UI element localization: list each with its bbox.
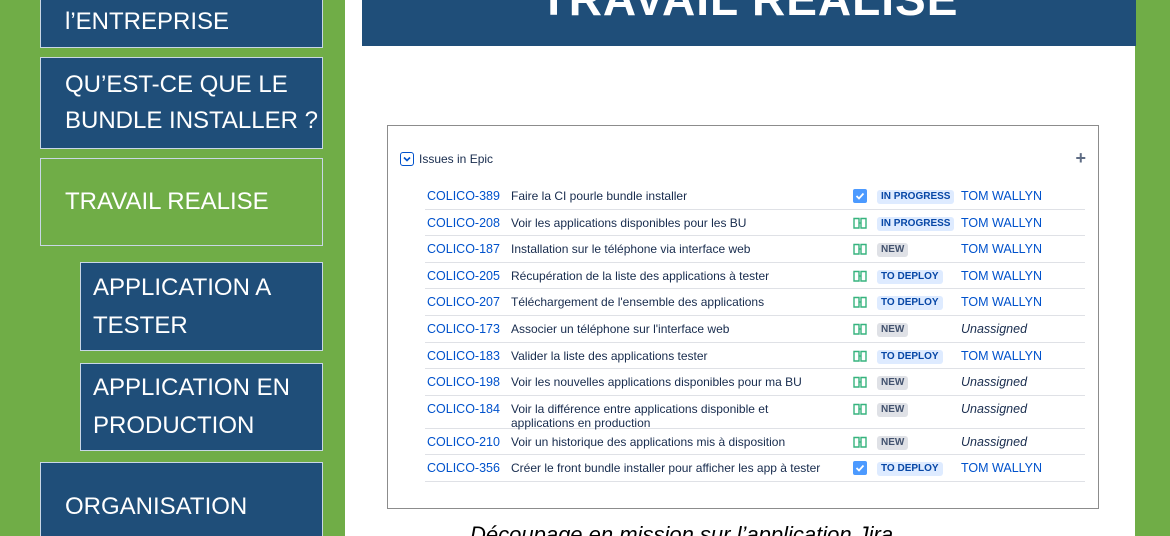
issue-key-link[interactable]: COLICO-183: [427, 349, 500, 363]
issue-summary: Voir les nouvelles applications disponib…: [511, 375, 802, 390]
issue-key-link[interactable]: COLICO-208: [427, 216, 500, 230]
status-badge: NEW: [877, 402, 909, 417]
nav-item-bundle-installer[interactable]: QU’EST-CE QUE LE BUNDLE INSTALLER ?: [40, 57, 323, 149]
nav-item-label: l’ENTREPRISE: [65, 8, 230, 35]
issue-key-link[interactable]: COLICO-389: [427, 189, 500, 203]
issue-row[interactable]: COLICO-183 Valider la liste des applicati…: [425, 343, 1085, 370]
nav-item-label: APPLICATION A TESTER: [93, 273, 272, 339]
status-badge: IN PROGRESS: [877, 190, 955, 204]
issue-row[interactable]: COLICO-173 Associer un téléphone sur l'in…: [425, 316, 1085, 343]
assignee: Unassigned: [961, 321, 1028, 336]
issue-key-link[interactable]: COLICO-198: [427, 375, 500, 389]
nav-item-label: QU’EST-CE QUE LE BUNDLE INSTALLER ?: [65, 71, 318, 134]
nav-subitem-application-en-production[interactable]: APPLICATION EN PRODUCTION: [80, 363, 323, 451]
issue-row[interactable]: COLICO-208 Voir les applications disponib…: [425, 210, 1085, 237]
assignee: Unassigned: [961, 375, 1028, 390]
chevron-down-icon[interactable]: [400, 152, 414, 166]
add-icon[interactable]: +: [1075, 148, 1086, 169]
task-checkbox-icon: [853, 189, 867, 203]
issue-row[interactable]: COLICO-187 Installation sur le téléphone …: [425, 236, 1085, 263]
nav-item-entreprise[interactable]: l’ENTREPRISE: [40, 0, 323, 48]
status-badge: TO DEPLOY: [877, 269, 943, 284]
status-badge: IN PROGRESS: [877, 216, 955, 231]
issue-row[interactable]: COLICO-184 Voir la différence entre appli…: [425, 396, 1085, 430]
status-badge: NEW: [877, 322, 909, 337]
issue-summary: Associer un téléphone sur l'interface we…: [511, 321, 730, 336]
issue-summary: Voir la différence entre applications di…: [511, 401, 769, 430]
task-checkbox-icon: [853, 461, 867, 476]
nav-subitem-application-a-tester[interactable]: APPLICATION A TESTER: [80, 262, 323, 351]
assignee[interactable]: TOM WALLYN: [961, 216, 1042, 230]
issue-row[interactable]: COLICO-205 Récupération de la liste des a…: [425, 263, 1085, 290]
issue-key-link[interactable]: COLICO-205: [427, 269, 500, 283]
issue-row[interactable]: COLICO-210 Voir un historique des applica…: [425, 429, 1085, 456]
nav-item-organisation[interactable]: ORGANISATION: [40, 462, 323, 536]
assignee: Unassigned: [961, 434, 1028, 449]
assignee[interactable]: TOM WALLYN: [961, 242, 1042, 256]
story-book-icon: [853, 242, 867, 256]
nav-item-travail-realise[interactable]: TRAVAIL REALISE: [40, 158, 323, 246]
issue-list: COLICO-389 Faire la CI pourle bundle inst…: [425, 183, 1085, 482]
status-badge: NEW: [877, 243, 909, 258]
assignee[interactable]: TOM WALLYN: [961, 269, 1042, 283]
slide-content: TRAVAIL REALISE Issues in Epic + COLICO-…: [345, 0, 1136, 536]
story-book-icon: [853, 375, 867, 389]
assignee[interactable]: TOM WALLYN: [961, 349, 1042, 363]
issue-summary: Créer le front bundle installer pour aff…: [511, 461, 821, 476]
issue-row[interactable]: COLICO-207 Téléchargement de l'ensemble d…: [425, 289, 1085, 316]
assignee: Unassigned: [961, 401, 1028, 416]
status-badge: TO DEPLOY: [877, 296, 943, 311]
issue-key-link[interactable]: COLICO-210: [427, 435, 500, 449]
nav-item-label: TRAVAIL REALISE: [65, 188, 269, 215]
story-book-icon: [853, 216, 867, 230]
assignee[interactable]: TOM WALLYN: [961, 461, 1042, 475]
issue-key-link[interactable]: COLICO-187: [427, 242, 500, 256]
assignee[interactable]: TOM WALLYN: [961, 189, 1042, 203]
issue-key-link[interactable]: COLICO-184: [427, 402, 500, 416]
issue-key-link[interactable]: COLICO-356: [427, 461, 500, 475]
issue-summary: Récupération de la liste des application…: [511, 268, 770, 283]
panel-header[interactable]: Issues in Epic: [400, 152, 493, 166]
issue-summary: Installation sur le téléphone via interf…: [511, 242, 751, 257]
status-badge: NEW: [877, 435, 909, 450]
status-badge: NEW: [877, 376, 909, 391]
issue-key-link[interactable]: COLICO-207: [427, 295, 500, 309]
issue-row[interactable]: COLICO-389 Faire la CI pourle bundle inst…: [425, 183, 1085, 210]
issue-summary: Faire la CI pourle bundle installer: [511, 189, 688, 203]
story-book-icon: [853, 402, 867, 416]
story-book-icon: [853, 435, 867, 449]
story-book-icon: [853, 349, 867, 363]
issue-summary: Valider la liste des applications tester: [511, 348, 708, 363]
jira-issues-panel: Issues in Epic + COLICO-389 Faire la CI p…: [387, 125, 1099, 509]
story-book-icon: [853, 295, 867, 309]
status-badge: TO DEPLOY: [877, 349, 943, 364]
slide-header: TRAVAIL REALISE: [362, 0, 1136, 46]
issue-row[interactable]: COLICO-356 Créer le front bundle installe…: [425, 455, 1085, 482]
slide-caption: Découpage en mission sur l’application J…: [470, 522, 894, 536]
nav-item-label: APPLICATION EN PRODUCTION: [93, 374, 290, 439]
story-book-icon: [853, 322, 867, 336]
nav-item-label: ORGANISATION: [65, 493, 248, 520]
panel-title: Issues in Epic: [419, 152, 494, 166]
assignee[interactable]: TOM WALLYN: [961, 295, 1042, 309]
issue-summary: Téléchargement de l'ensemble des applica…: [511, 295, 765, 310]
issue-summary: Voir les applications disponibles pour l…: [511, 215, 747, 230]
issue-key-link[interactable]: COLICO-173: [427, 322, 500, 336]
status-badge: TO DEPLOY: [877, 462, 943, 477]
story-book-icon: [853, 269, 867, 283]
issue-row[interactable]: COLICO-198 Voir les nouvelles application…: [425, 369, 1085, 396]
slide-title: TRAVAIL REALISE: [362, 0, 1136, 26]
issue-summary: Voir un historique des applications mis …: [511, 434, 786, 449]
